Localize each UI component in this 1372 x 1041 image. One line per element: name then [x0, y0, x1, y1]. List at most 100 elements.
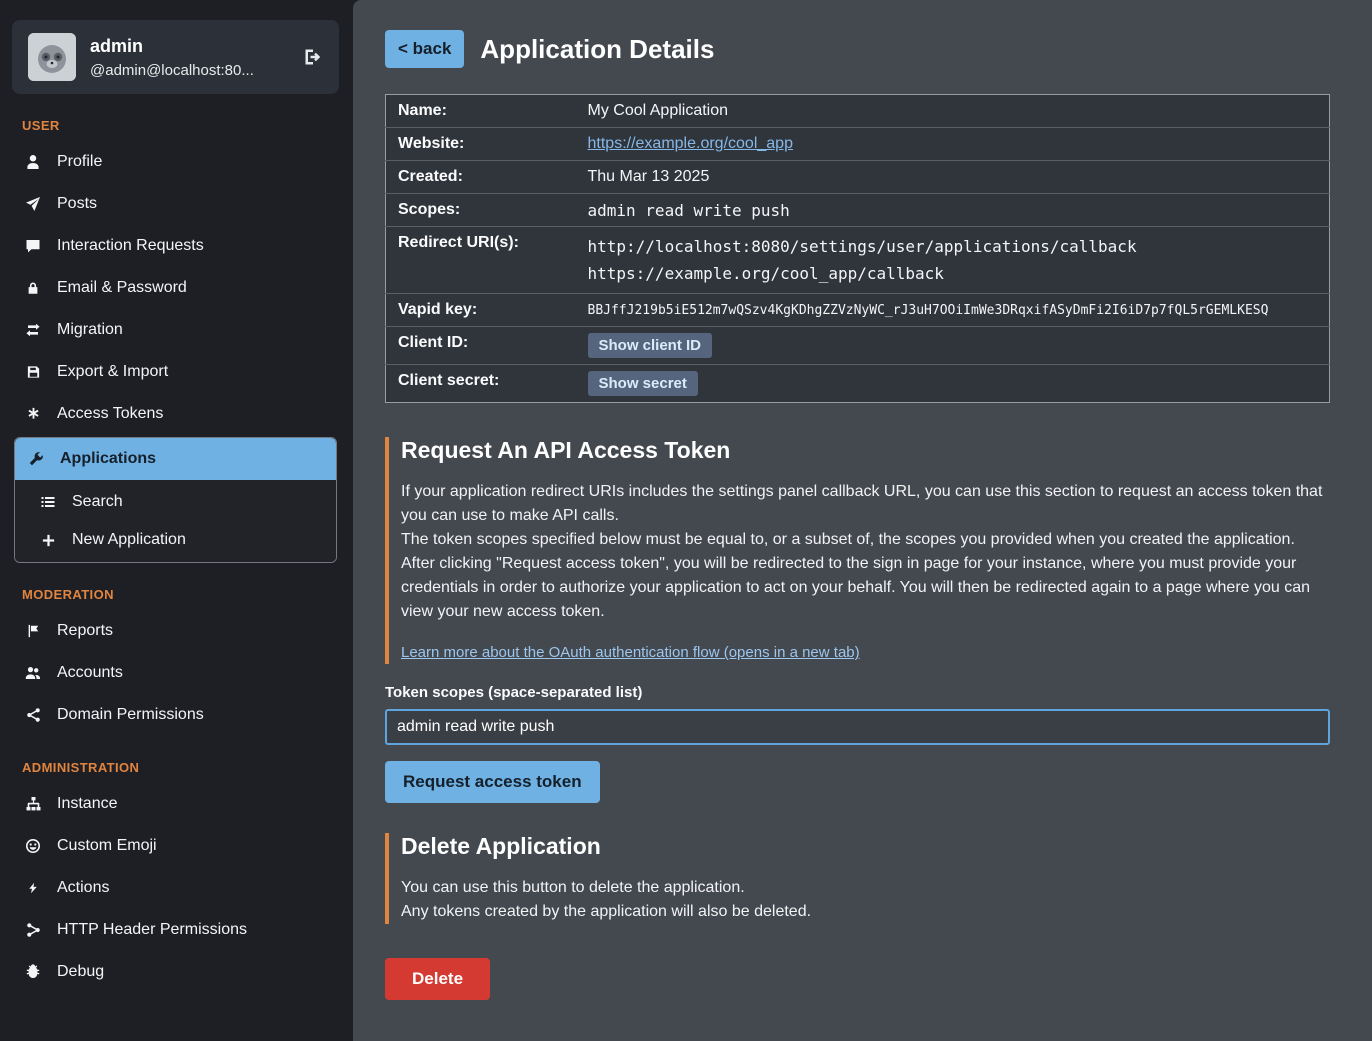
sidebar-item-label: Migration	[57, 321, 123, 339]
detail-label-created: Created:	[386, 161, 576, 194]
detail-value-vapid-key: BBJffJ219b5iE512m7wQSzv4KgKDhgZZVzNyWC_r…	[576, 294, 1330, 327]
user-meta: admin @admin@localhost:80...	[90, 36, 254, 79]
sidebar-item-search[interactable]: Search	[15, 483, 336, 521]
detail-value-scopes: admin read write push	[576, 194, 1330, 227]
avatar	[28, 33, 76, 81]
bolt-icon	[24, 880, 42, 896]
delete-section: Delete Application You can use this butt…	[385, 833, 1330, 924]
sidebar-subitems: Search New Application	[15, 480, 336, 562]
bug-icon	[24, 964, 42, 980]
detail-label-scopes: Scopes:	[386, 194, 576, 227]
users-icon	[24, 665, 42, 681]
sidebar-item-debug[interactable]: Debug	[12, 951, 339, 993]
sidebar-item-reports[interactable]: Reports	[12, 610, 339, 652]
detail-label-vapid-key: Vapid key:	[386, 294, 576, 327]
sidebar-item-label: Actions	[57, 879, 109, 897]
sidebar-item-label: Email & Password	[57, 279, 187, 297]
sidebar-item-label: Search	[72, 493, 123, 511]
delete-section-paragraph: You can use this button to delete the ap…	[401, 876, 1330, 900]
table-row-client-id: Client ID: Show client ID	[386, 327, 1330, 365]
token-section-paragraph: The token scopes specified below must be…	[401, 528, 1330, 552]
wrench-icon	[27, 451, 45, 467]
nav-section-label-user: USER	[22, 118, 329, 133]
oauth-docs-link[interactable]: Learn more about the OAuth authenticatio…	[401, 644, 860, 661]
nav-section-label-administration: ADMINISTRATION	[22, 760, 329, 775]
sidebar-item-export-import[interactable]: Export & Import	[12, 351, 339, 393]
back-button[interactable]: < back	[385, 30, 464, 68]
sidebar-item-label: Profile	[57, 153, 102, 171]
share-nodes-icon	[24, 707, 42, 723]
detail-label-redirect-uri-s: Redirect URI(s):	[386, 227, 576, 294]
save-icon	[24, 364, 42, 380]
main-content: < back Application Details Name:My Cool …	[353, 0, 1372, 1041]
table-row-created: Created:Thu Mar 13 2025	[386, 161, 1330, 194]
page-title: Application Details	[480, 34, 714, 65]
detail-value-redirect-uri-s: http://localhost:8080/settings/user/appl…	[576, 227, 1330, 294]
table-row-scopes: Scopes:admin read write push	[386, 194, 1330, 227]
sidebar-item-label: Instance	[57, 795, 117, 813]
table-row-name: Name:My Cool Application	[386, 95, 1330, 128]
table-row-website: Website: https://example.org/cool_app	[386, 128, 1330, 161]
token-scopes-input[interactable]	[385, 709, 1330, 745]
lock-icon	[24, 280, 42, 296]
token-section-paragraph: After clicking "Request access token", y…	[401, 552, 1330, 624]
sidebar-item-access-tokens[interactable]: Access Tokens	[12, 393, 339, 435]
table-row-client-secret: Client secret: Show secret	[386, 365, 1330, 403]
sidebar-item-http-header-permissions[interactable]: HTTP Header Permissions	[12, 909, 339, 951]
asterisk-icon	[24, 406, 42, 422]
sidebar-nav: USER Profile PostsInteraction Requests Emai…	[12, 118, 339, 993]
user-name: admin	[90, 36, 254, 57]
sidebar-item-label: Accounts	[57, 664, 123, 682]
request-token-button[interactable]: Request access token	[385, 761, 600, 803]
table-row-vapid-key: Vapid key:BBJffJ219b5iE512m7wQSzv4KgKDhg…	[386, 294, 1330, 327]
sidebar-item-migration[interactable]: Migration	[12, 309, 339, 351]
sidebar-item-posts[interactable]: Posts	[12, 183, 339, 225]
sidebar-item-domain-permissions[interactable]: Domain Permissions	[12, 694, 339, 736]
sidebar: admin @admin@localhost:80... USER Profile…	[0, 0, 353, 1041]
detail-value-client-secret: Show secret	[576, 365, 1330, 403]
sidebar-item-profile[interactable]: Profile	[12, 141, 339, 183]
token-section: Request An API Access Token If your appl…	[385, 437, 1330, 664]
detail-value-name: My Cool Application	[576, 95, 1330, 128]
show-client-id-button[interactable]: Show client ID	[588, 333, 713, 358]
sidebar-item-custom-emoji[interactable]: Custom Emoji	[12, 825, 339, 867]
sidebar-item-actions[interactable]: Actions	[12, 867, 339, 909]
detail-value-client-id: Show client ID	[576, 327, 1330, 365]
sidebar-item-label: Debug	[57, 963, 104, 981]
sidebar-item-interaction-requests[interactable]: Interaction Requests	[12, 225, 339, 267]
sidebar-item-label: Applications	[60, 450, 156, 468]
token-scopes-label: Token scopes (space-separated list)	[385, 684, 1330, 701]
sidebar-item-label: Export & Import	[57, 363, 168, 381]
sign-out-icon[interactable]	[303, 47, 323, 67]
sidebar-item-accounts[interactable]: Accounts	[12, 652, 339, 694]
sidebar-item-new-application[interactable]: New Application	[15, 521, 336, 559]
token-section-title: Request An API Access Token	[401, 437, 1330, 464]
sidebar-item-instance[interactable]: Instance	[12, 783, 339, 825]
sidebar-item-label: New Application	[72, 531, 186, 549]
detail-value-website: https://example.org/cool_app	[576, 128, 1330, 161]
detail-label-client-id: Client ID:	[386, 327, 576, 365]
sidebar-item-email-password[interactable]: Email & Password	[12, 267, 339, 309]
application-details-table: Name:My Cool ApplicationWebsite: https://…	[385, 94, 1330, 403]
sidebar-item-label: Access Tokens	[57, 405, 163, 423]
sidebar-item-label: Reports	[57, 622, 113, 640]
token-section-paragraph: If your application redirect URIs includ…	[401, 480, 1330, 528]
user-card[interactable]: admin @admin@localhost:80...	[12, 20, 339, 94]
sidebar-item-label: Custom Emoji	[57, 837, 157, 855]
detail-label-website: Website:	[386, 128, 576, 161]
detail-label-name: Name:	[386, 95, 576, 128]
delete-section-paragraph: Any tokens created by the application wi…	[401, 900, 1330, 924]
comment-icon	[24, 238, 42, 254]
detail-label-client-secret: Client secret:	[386, 365, 576, 403]
user-icon	[24, 154, 42, 170]
page-header: < back Application Details	[385, 30, 1330, 68]
send-icon	[24, 196, 42, 212]
sidebar-item-label: Domain Permissions	[57, 706, 204, 724]
show-secret-button[interactable]: Show secret	[588, 371, 698, 396]
sidebar-item-applications[interactable]: Applications	[15, 438, 336, 480]
user-handle: @admin@localhost:80...	[90, 62, 254, 79]
website-link[interactable]: https://example.org/cool_app	[588, 135, 793, 152]
delete-button[interactable]: Delete	[385, 958, 490, 1000]
network-icon	[24, 922, 42, 938]
sidebar-item-label: HTTP Header Permissions	[57, 921, 247, 939]
